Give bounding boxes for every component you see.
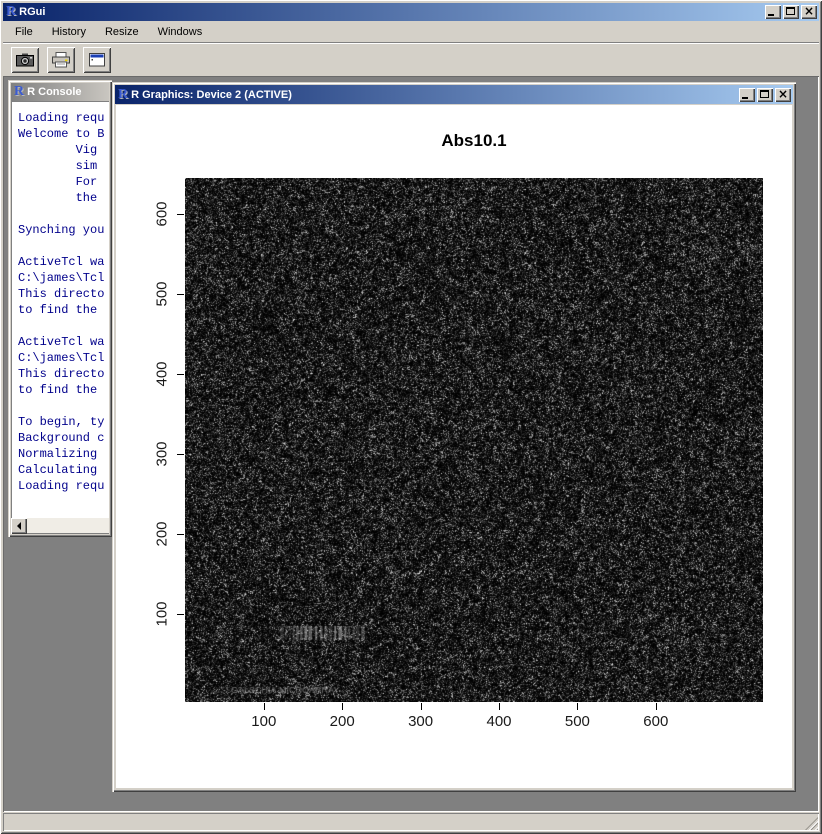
x-tick-mark — [421, 703, 422, 710]
rgui-window: R RGui × File History Resize Windows — [0, 0, 822, 834]
y-tick-mark — [177, 614, 184, 615]
y-tick-label: 500 — [154, 281, 171, 306]
arrow-left-icon — [17, 522, 21, 530]
r-console-window: R R Console Loading requ Welcome to B Vi… — [8, 80, 112, 537]
graphics-minimize-button[interactable] — [739, 88, 755, 102]
console-hscrollbar[interactable] — [11, 518, 109, 534]
menu-history[interactable]: History — [45, 23, 93, 41]
x-tick-label: 600 — [643, 713, 668, 730]
x-tick-mark — [656, 703, 657, 710]
close-button[interactable]: × — [801, 5, 817, 19]
print-button[interactable] — [47, 47, 75, 73]
plot-title: Abs10.1 — [185, 131, 763, 151]
x-tick-label: 300 — [408, 713, 433, 730]
scroll-left-button[interactable] — [11, 518, 27, 534]
y-tick-mark — [177, 294, 184, 295]
r-logo-icon: R — [118, 88, 128, 102]
x-tick-label: 500 — [565, 713, 590, 730]
main-window-title: RGui — [19, 6, 765, 18]
y-tick-label: 100 — [154, 601, 171, 626]
console-text-area[interactable]: Loading requ Welcome to B Vig sim For th… — [11, 101, 109, 518]
camera-icon — [15, 52, 35, 68]
console-title: R Console — [27, 86, 107, 98]
resize-grip[interactable] — [805, 817, 818, 830]
microarray-image — [185, 178, 763, 702]
toolbar — [3, 42, 819, 76]
y-tick-label: 300 — [154, 441, 171, 466]
x-tick-label: 100 — [251, 713, 276, 730]
close-icon: × — [801, 5, 817, 19]
close-icon: × — [775, 88, 791, 102]
menu-resize[interactable]: Resize — [98, 23, 146, 41]
x-tick-label: 400 — [486, 713, 511, 730]
r-graphics-window: R R Graphics: Device 2 (ACTIVE) × Abs10.… — [112, 82, 796, 792]
mdi-client-area: R R Console Loading requ Welcome to B Vi… — [3, 76, 819, 812]
r-logo-icon: R — [14, 85, 24, 99]
windows-button[interactable] — [83, 47, 111, 73]
y-tick-label: 200 — [154, 521, 171, 546]
menubar: File History Resize Windows — [3, 21, 819, 42]
y-tick-mark — [177, 374, 184, 375]
x-tick-mark — [264, 703, 265, 710]
graphics-close-button[interactable]: × — [775, 88, 791, 102]
copy-snapshot-button[interactable] — [11, 47, 39, 73]
graphics-maximize-button[interactable] — [757, 88, 773, 102]
maximize-button[interactable] — [783, 5, 799, 19]
statusbar — [3, 813, 819, 831]
menu-windows[interactable]: Windows — [151, 23, 210, 41]
x-tick-label: 200 — [330, 713, 355, 730]
console-output: Loading requ Welcome to B Vig sim For th… — [11, 101, 109, 494]
x-tick-mark — [342, 703, 343, 710]
menu-file[interactable]: File — [8, 23, 40, 41]
graphics-title: R Graphics: Device 2 (ACTIVE) — [131, 89, 739, 101]
scrollbar-track[interactable] — [27, 518, 109, 534]
main-titlebar[interactable]: R RGui × — [3, 3, 819, 21]
minimize-button[interactable] — [765, 5, 781, 19]
maximize-icon — [760, 90, 769, 98]
y-tick-label: 400 — [154, 361, 171, 386]
maximize-icon — [786, 7, 795, 15]
x-tick-mark — [577, 703, 578, 710]
printer-icon — [51, 52, 71, 68]
y-tick-mark — [177, 534, 184, 535]
y-tick-mark — [177, 454, 184, 455]
plot-region: Abs10.1 100 200 300 400 500 600 100 200 300 400 50… — [116, 105, 792, 788]
y-tick-label: 600 — [154, 201, 171, 226]
r-logo-icon: R — [6, 5, 16, 19]
y-tick-mark — [177, 214, 184, 215]
minimize-icon — [768, 14, 774, 16]
x-tick-mark — [499, 703, 500, 710]
graphics-titlebar[interactable]: R R Graphics: Device 2 (ACTIVE) × — [115, 85, 793, 104]
minimize-icon — [742, 97, 748, 99]
console-titlebar[interactable]: R R Console — [11, 83, 109, 101]
console-window-icon — [87, 52, 107, 68]
